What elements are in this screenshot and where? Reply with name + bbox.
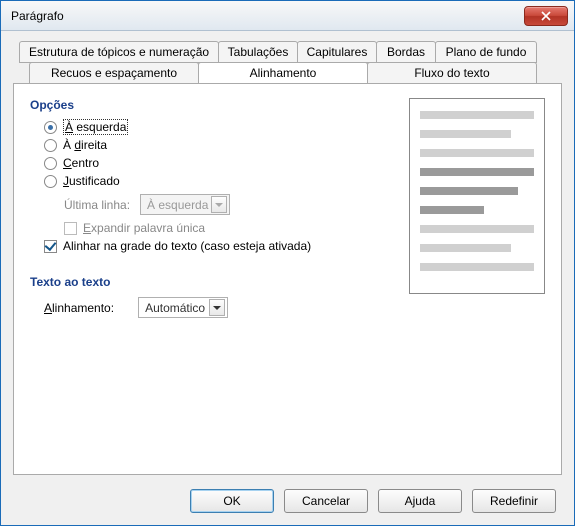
tab-panel-alignment: Opções À esquerda À direita Centro bbox=[13, 83, 562, 475]
radio-center[interactable] bbox=[44, 157, 57, 170]
snap-grid-label: Alinhar na grade do texto (caso esteja a… bbox=[63, 239, 311, 253]
preview-line bbox=[420, 206, 484, 214]
last-line-row: Última linha: À esquerda bbox=[64, 194, 401, 215]
preview-line bbox=[420, 168, 534, 176]
expand-single-label: Expandir palavra única bbox=[83, 221, 205, 235]
window-title: Parágrafo bbox=[11, 9, 64, 23]
titlebar[interactable]: Parágrafo bbox=[1, 1, 574, 31]
radio-left[interactable] bbox=[44, 121, 57, 134]
section-options-title: Opções bbox=[30, 98, 401, 112]
tab-outline-numbering[interactable]: Estrutura de tópicos e numeração bbox=[19, 41, 219, 63]
form-column: Opções À esquerda À direita Centro bbox=[30, 98, 401, 460]
cancel-button[interactable]: Cancelar bbox=[284, 489, 368, 513]
last-line-value: À esquerda bbox=[147, 198, 208, 212]
section-texttotext-title: Texto ao texto bbox=[30, 275, 401, 289]
radio-row-justified[interactable]: Justificado bbox=[44, 174, 401, 188]
last-line-combo: À esquerda bbox=[140, 194, 230, 215]
radio-right-label: À direita bbox=[63, 138, 107, 152]
tab-text-flow[interactable]: Fluxo do texto bbox=[367, 62, 537, 84]
paragraph-dialog: Parágrafo Estrutura de tópicos e numeraç… bbox=[0, 0, 575, 526]
last-line-label: Última linha: bbox=[64, 198, 130, 212]
alignment-value: Automático bbox=[145, 301, 205, 315]
expand-single-row: Expandir palavra única bbox=[64, 221, 401, 235]
alignment-preview bbox=[409, 98, 545, 294]
radio-justified-label: Justificado bbox=[63, 174, 120, 188]
tab-row-upper: Estrutura de tópicos e numeração Tabulaç… bbox=[19, 41, 562, 63]
tabs-container: Estrutura de tópicos e numeração Tabulaç… bbox=[13, 41, 562, 475]
radio-right[interactable] bbox=[44, 139, 57, 152]
close-button[interactable] bbox=[524, 6, 568, 26]
radio-justified[interactable] bbox=[44, 175, 57, 188]
tab-dropcaps[interactable]: Capitulares bbox=[297, 41, 377, 63]
alignment-label: Alinhamento: bbox=[44, 301, 114, 315]
alignment-row: Alinhamento: Automático bbox=[44, 297, 401, 318]
snap-grid-row[interactable]: Alinhar na grade do texto (caso esteja a… bbox=[44, 239, 401, 253]
snap-grid-checkbox[interactable] bbox=[44, 240, 57, 253]
dialog-body: Estrutura de tópicos e numeração Tabulaç… bbox=[1, 31, 574, 525]
preview-line bbox=[420, 149, 534, 157]
tab-background[interactable]: Plano de fundo bbox=[435, 41, 537, 63]
radio-row-center[interactable]: Centro bbox=[44, 156, 401, 170]
tab-tabstops[interactable]: Tabulações bbox=[218, 41, 298, 63]
section-text-to-text: Texto ao texto Alinhamento: Automático bbox=[30, 275, 401, 318]
tab-alignment[interactable]: Alinhamento bbox=[198, 62, 368, 84]
preview-line bbox=[420, 244, 511, 252]
alignment-combo[interactable]: Automático bbox=[138, 297, 228, 318]
preview-line bbox=[420, 263, 534, 271]
button-bar: OK Cancelar Ajuda Redefinir bbox=[13, 475, 562, 513]
preview-line bbox=[420, 111, 534, 119]
expand-single-checkbox bbox=[64, 222, 77, 235]
tab-borders[interactable]: Bordas bbox=[376, 41, 436, 63]
ok-button[interactable]: OK bbox=[190, 489, 274, 513]
tab-indents-spacing[interactable]: Recuos e espaçamento bbox=[29, 62, 199, 84]
radio-center-label: Centro bbox=[63, 156, 99, 170]
tab-row-lower: Recuos e espaçamento Alinhamento Fluxo d… bbox=[29, 62, 562, 84]
chevron-down-icon bbox=[209, 299, 225, 316]
preview-line bbox=[420, 130, 511, 138]
radio-left-label: À esquerda bbox=[63, 120, 128, 134]
reset-button[interactable]: Redefinir bbox=[472, 489, 556, 513]
help-button[interactable]: Ajuda bbox=[378, 489, 462, 513]
chevron-down-icon bbox=[211, 196, 227, 213]
radio-row-right[interactable]: À direita bbox=[44, 138, 401, 152]
close-icon bbox=[541, 11, 551, 21]
preview-line bbox=[420, 187, 518, 195]
radio-row-left[interactable]: À esquerda bbox=[44, 120, 401, 134]
preview-line bbox=[420, 225, 534, 233]
